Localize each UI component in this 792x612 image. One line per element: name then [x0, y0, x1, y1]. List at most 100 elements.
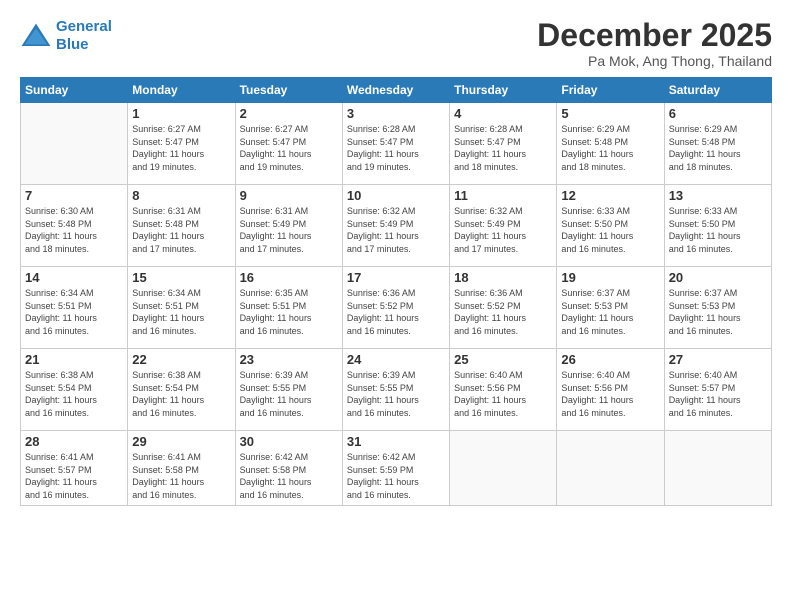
day-number: 27	[669, 352, 767, 367]
day-number: 7	[25, 188, 123, 203]
table-row: 8 Sunrise: 6:31 AM Sunset: 5:48 PM Daylig…	[128, 185, 235, 267]
day-info: Sunrise: 6:28 AM Sunset: 5:47 PM Dayligh…	[454, 123, 552, 173]
day-info: Sunrise: 6:33 AM Sunset: 5:50 PM Dayligh…	[561, 205, 659, 255]
day-number: 26	[561, 352, 659, 367]
table-row: 27Sunrise: 6:40 AM Sunset: 5:57 PM Dayli…	[664, 349, 771, 431]
day-info: Sunrise: 6:30 AM Sunset: 5:48 PM Dayligh…	[25, 205, 123, 255]
title-block: December 2025 Pa Mok, Ang Thong, Thailan…	[537, 18, 772, 69]
day-info: Sunrise: 6:29 AM Sunset: 5:48 PM Dayligh…	[561, 123, 659, 173]
day-info: Sunrise: 6:40 AM Sunset: 5:56 PM Dayligh…	[454, 369, 552, 419]
table-row: 24Sunrise: 6:39 AM Sunset: 5:55 PM Dayli…	[342, 349, 449, 431]
week-row-3: 14 Sunrise: 6:34 AM Sunset: 5:51 PM Dayli…	[21, 267, 772, 349]
logo: General Blue	[20, 18, 112, 54]
location: Pa Mok, Ang Thong, Thailand	[537, 53, 772, 69]
day-info: Sunrise: 6:38 AM Sunset: 5:54 PM Dayligh…	[132, 369, 230, 419]
table-row: 3 Sunrise: 6:28 AM Sunset: 5:47 PM Daylig…	[342, 103, 449, 185]
day-number: 3	[347, 106, 445, 121]
day-number: 23	[240, 352, 338, 367]
table-row: 9 Sunrise: 6:31 AM Sunset: 5:49 PM Daylig…	[235, 185, 342, 267]
day-number: 12	[561, 188, 659, 203]
day-number: 16	[240, 270, 338, 285]
day-info: Sunrise: 6:39 AM Sunset: 5:55 PM Dayligh…	[240, 369, 338, 419]
logo-general: General	[56, 18, 112, 35]
day-info: Sunrise: 6:29 AM Sunset: 5:48 PM Dayligh…	[669, 123, 767, 173]
day-info: Sunrise: 6:41 AM Sunset: 5:58 PM Dayligh…	[132, 451, 230, 501]
day-info: Sunrise: 6:34 AM Sunset: 5:51 PM Dayligh…	[25, 287, 123, 337]
day-number: 21	[25, 352, 123, 367]
logo-text: General Blue	[56, 18, 112, 54]
table-row: 23 Sunrise: 6:39 AM Sunset: 5:55 PM Dayli…	[235, 349, 342, 431]
table-row	[21, 103, 128, 185]
day-number: 25	[454, 352, 552, 367]
table-row: 20 Sunrise: 6:37 AM Sunset: 5:53 PM Dayli…	[664, 267, 771, 349]
day-info: Sunrise: 6:34 AM Sunset: 5:51 PM Dayligh…	[132, 287, 230, 337]
table-row: 7 Sunrise: 6:30 AM Sunset: 5:48 PM Daylig…	[21, 185, 128, 267]
calendar-table: Sunday Monday Tuesday Wednesday Thursday…	[20, 77, 772, 505]
day-number: 1	[132, 106, 230, 121]
day-info: Sunrise: 6:39 AM Sunset: 5:55 PM Dayligh…	[347, 369, 445, 419]
day-number: 6	[669, 106, 767, 121]
day-info: Sunrise: 6:40 AM Sunset: 5:56 PM Dayligh…	[561, 369, 659, 419]
day-info: Sunrise: 6:37 AM Sunset: 5:53 PM Dayligh…	[669, 287, 767, 337]
day-number: 17	[347, 270, 445, 285]
day-number: 9	[240, 188, 338, 203]
table-row	[557, 431, 664, 505]
table-row: 6 Sunrise: 6:29 AM Sunset: 5:48 PM Daylig…	[664, 103, 771, 185]
calendar-header-row: Sunday Monday Tuesday Wednesday Thursday…	[21, 78, 772, 103]
day-number: 5	[561, 106, 659, 121]
col-monday: Monday	[128, 78, 235, 103]
day-info: Sunrise: 6:38 AM Sunset: 5:54 PM Dayligh…	[25, 369, 123, 419]
day-info: Sunrise: 6:27 AM Sunset: 5:47 PM Dayligh…	[132, 123, 230, 173]
table-row: 13 Sunrise: 6:33 AM Sunset: 5:50 PM Dayli…	[664, 185, 771, 267]
day-info: Sunrise: 6:33 AM Sunset: 5:50 PM Dayligh…	[669, 205, 767, 255]
day-number: 19	[561, 270, 659, 285]
table-row: 22 Sunrise: 6:38 AM Sunset: 5:54 PM Dayli…	[128, 349, 235, 431]
table-row: 16 Sunrise: 6:35 AM Sunset: 5:51 PM Dayli…	[235, 267, 342, 349]
day-number: 13	[669, 188, 767, 203]
table-row: 28Sunrise: 6:41 AM Sunset: 5:57 PM Dayli…	[21, 431, 128, 505]
day-info: Sunrise: 6:32 AM Sunset: 5:49 PM Dayligh…	[347, 205, 445, 255]
table-row: 29 Sunrise: 6:41 AM Sunset: 5:58 PM Dayli…	[128, 431, 235, 505]
day-number: 20	[669, 270, 767, 285]
table-row: 31Sunrise: 6:42 AM Sunset: 5:59 PM Dayli…	[342, 431, 449, 505]
day-info: Sunrise: 6:36 AM Sunset: 5:52 PM Dayligh…	[454, 287, 552, 337]
day-number: 4	[454, 106, 552, 121]
table-row: 18 Sunrise: 6:36 AM Sunset: 5:52 PM Dayli…	[450, 267, 557, 349]
table-row: 21 Sunrise: 6:38 AM Sunset: 5:54 PM Dayli…	[21, 349, 128, 431]
day-number: 18	[454, 270, 552, 285]
day-number: 2	[240, 106, 338, 121]
day-number: 14	[25, 270, 123, 285]
day-number: 29	[132, 434, 230, 449]
day-info: Sunrise: 6:35 AM Sunset: 5:51 PM Dayligh…	[240, 287, 338, 337]
table-row: 10Sunrise: 6:32 AM Sunset: 5:49 PM Dayli…	[342, 185, 449, 267]
month-title: December 2025	[537, 18, 772, 53]
calendar-page: General Blue December 2025 Pa Mok, Ang T…	[0, 0, 792, 612]
day-info: Sunrise: 6:31 AM Sunset: 5:49 PM Dayligh…	[240, 205, 338, 255]
col-thursday: Thursday	[450, 78, 557, 103]
logo-icon	[20, 22, 52, 50]
table-row: 1 Sunrise: 6:27 AM Sunset: 5:47 PM Daylig…	[128, 103, 235, 185]
col-saturday: Saturday	[664, 78, 771, 103]
week-row-1: 1 Sunrise: 6:27 AM Sunset: 5:47 PM Daylig…	[21, 103, 772, 185]
day-info: Sunrise: 6:28 AM Sunset: 5:47 PM Dayligh…	[347, 123, 445, 173]
day-number: 8	[132, 188, 230, 203]
week-row-2: 7 Sunrise: 6:30 AM Sunset: 5:48 PM Daylig…	[21, 185, 772, 267]
day-number: 22	[132, 352, 230, 367]
col-sunday: Sunday	[21, 78, 128, 103]
logo-blue: Blue	[56, 36, 89, 53]
table-row: 12 Sunrise: 6:33 AM Sunset: 5:50 PM Dayli…	[557, 185, 664, 267]
day-info: Sunrise: 6:27 AM Sunset: 5:47 PM Dayligh…	[240, 123, 338, 173]
week-row-5: 28Sunrise: 6:41 AM Sunset: 5:57 PM Dayli…	[21, 431, 772, 505]
table-row: 26 Sunrise: 6:40 AM Sunset: 5:56 PM Dayli…	[557, 349, 664, 431]
day-number: 30	[240, 434, 338, 449]
table-row: 19Sunrise: 6:37 AM Sunset: 5:53 PM Dayli…	[557, 267, 664, 349]
col-tuesday: Tuesday	[235, 78, 342, 103]
day-number: 31	[347, 434, 445, 449]
day-info: Sunrise: 6:31 AM Sunset: 5:48 PM Dayligh…	[132, 205, 230, 255]
col-friday: Friday	[557, 78, 664, 103]
week-row-4: 21 Sunrise: 6:38 AM Sunset: 5:54 PM Dayli…	[21, 349, 772, 431]
table-row	[664, 431, 771, 505]
table-row: 17Sunrise: 6:36 AM Sunset: 5:52 PM Dayli…	[342, 267, 449, 349]
table-row: 4 Sunrise: 6:28 AM Sunset: 5:47 PM Daylig…	[450, 103, 557, 185]
day-info: Sunrise: 6:41 AM Sunset: 5:57 PM Dayligh…	[25, 451, 123, 501]
